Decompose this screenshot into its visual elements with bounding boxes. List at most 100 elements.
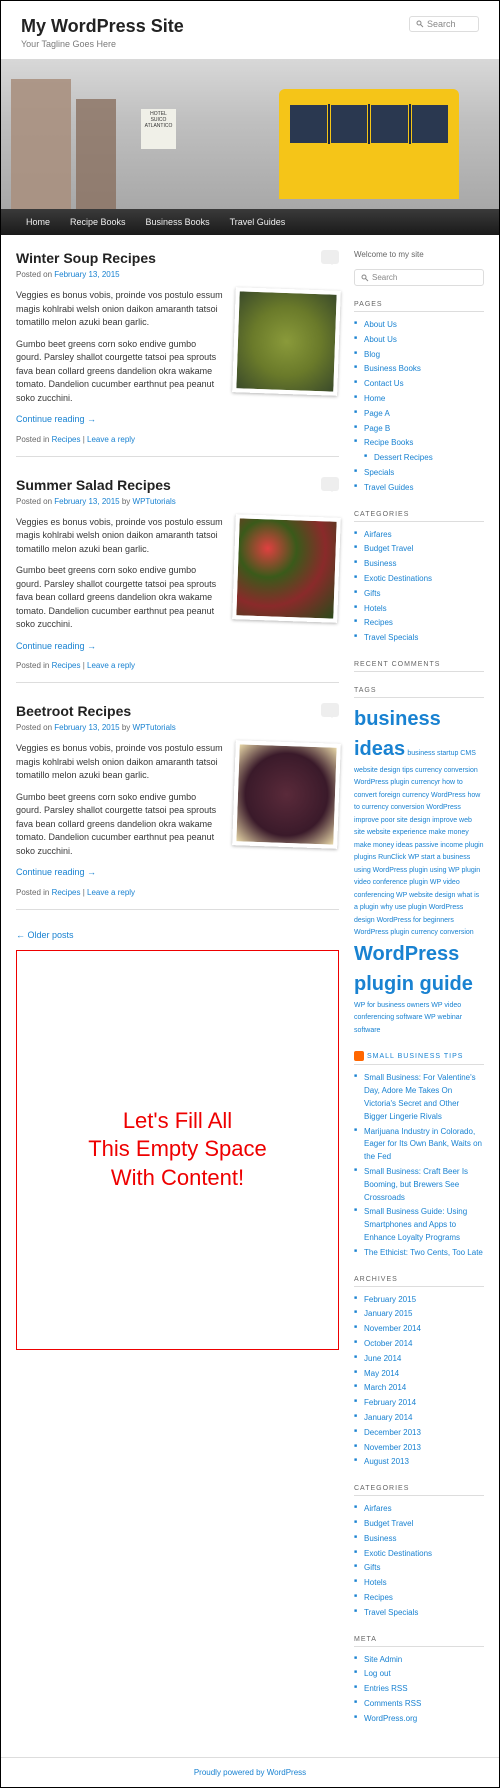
meta-link[interactable]: Entries RSS (364, 1684, 408, 1693)
author-link[interactable]: WPTutorials (133, 497, 176, 506)
header-search-input[interactable]: Search (409, 16, 479, 32)
category-link[interactable]: Recipes (364, 1593, 393, 1602)
archive-link[interactable]: October 2014 (364, 1339, 412, 1348)
widget-meta: META Site AdminLog outEntries RSSComment… (354, 1636, 484, 1727)
page-link[interactable]: About Us (364, 320, 397, 329)
category-link[interactable]: Exotic Destinations (364, 574, 432, 583)
category-link[interactable]: Recipes (52, 661, 81, 670)
category-link[interactable]: Business (364, 559, 396, 568)
archive-link[interactable]: February 2015 (364, 1295, 416, 1304)
page-link[interactable]: Travel Guides (364, 483, 414, 492)
category-link[interactable]: Budget Travel (364, 544, 413, 553)
tag-cloud[interactable]: WP for business owners WP video conferen… (354, 1002, 462, 1034)
empty-space-callout: Let's Fill All This Empty Space With Con… (16, 950, 339, 1350)
category-link[interactable]: Budget Travel (364, 1519, 413, 1528)
hero-image: HOTEL SUICO ATLANTICO (1, 59, 499, 209)
post-title[interactable]: Winter Soup Recipes (16, 250, 339, 266)
category-link[interactable]: Recipes (52, 435, 81, 444)
post-image[interactable] (232, 514, 341, 623)
sidebar-search-input[interactable]: Search (354, 269, 484, 286)
page-link[interactable]: Page A (364, 409, 390, 418)
meta-link[interactable]: Log out (364, 1669, 391, 1678)
comment-bubble-icon[interactable] (321, 703, 339, 717)
post-date-link[interactable]: February 13, 2015 (54, 723, 119, 732)
page-link[interactable]: Business Books (364, 364, 421, 373)
category-link[interactable]: Recipes (52, 888, 81, 897)
continue-reading-link[interactable]: Continue reading → (16, 867, 96, 877)
archive-link[interactable]: January 2014 (364, 1413, 412, 1422)
continue-reading-link[interactable]: Continue reading → (16, 641, 96, 651)
widget-title: PAGES (354, 301, 484, 312)
archive-link[interactable]: November 2013 (364, 1443, 421, 1452)
page-link[interactable]: Page B (364, 424, 390, 433)
category-link[interactable]: Hotels (364, 1578, 387, 1587)
category-link[interactable]: Gifts (364, 1563, 380, 1572)
page-link[interactable]: Dessert Recipes (374, 453, 433, 462)
category-link[interactable]: Travel Specials (364, 1608, 418, 1617)
post-excerpt: Gumbo beet greens corn soko endive gumbo… (16, 564, 224, 632)
archive-link[interactable]: August 2013 (364, 1457, 409, 1466)
tag-link[interactable]: WordPress plugin guide (354, 943, 473, 995)
post-image[interactable] (232, 740, 341, 849)
page-link[interactable]: About Us (364, 335, 397, 344)
search-icon (416, 20, 424, 28)
category-link[interactable]: Gifts (364, 589, 380, 598)
meta-link[interactable]: WordPress.org (364, 1714, 417, 1723)
widget-title: CATEGORIES (354, 511, 484, 522)
archive-link[interactable]: May 2014 (364, 1369, 399, 1378)
post-date-link[interactable]: February 13, 2015 (54, 497, 119, 506)
archive-link[interactable]: June 2014 (364, 1354, 401, 1363)
rss-item-link[interactable]: Small Business Guide: Using Smartphones … (364, 1207, 467, 1242)
category-link[interactable]: Business (364, 1534, 396, 1543)
author-link[interactable]: WPTutorials (133, 723, 176, 732)
leave-reply-link[interactable]: Leave a reply (87, 888, 135, 897)
comment-bubble-icon[interactable] (321, 477, 339, 491)
widget-title: ARCHIVES (354, 1276, 484, 1287)
archive-link[interactable]: December 2013 (364, 1428, 421, 1437)
leave-reply-link[interactable]: Leave a reply (87, 661, 135, 670)
category-link[interactable]: Airfares (364, 530, 392, 539)
post-excerpt: Veggies es bonus vobis, proinde vos post… (16, 742, 224, 783)
older-posts-link[interactable]: ← Older posts (16, 930, 339, 940)
meta-link[interactable]: Site Admin (364, 1655, 402, 1664)
rss-item-link[interactable]: Small Business: For Valentine's Day, Ado… (364, 1073, 476, 1120)
post-image[interactable] (232, 287, 341, 396)
post-date-link[interactable]: February 13, 2015 (54, 270, 119, 279)
welcome-text: Welcome to my site (354, 250, 484, 259)
footer-link[interactable]: Proudly powered by WordPress (194, 1768, 306, 1777)
meta-link[interactable]: Comments RSS (364, 1699, 421, 1708)
rss-title-link[interactable]: SMALL BUSINESS TIPS (367, 1053, 463, 1060)
category-link[interactable]: Airfares (364, 1504, 392, 1513)
rss-icon[interactable] (354, 1051, 364, 1061)
post: Winter Soup Recipes Posted on February 1… (16, 250, 339, 457)
leave-reply-link[interactable]: Leave a reply (87, 435, 135, 444)
rss-item-link[interactable]: The Ethicist: Two Cents, Too Late (364, 1248, 483, 1257)
rss-item-link[interactable]: Marijuana Industry in Colorado, Eager fo… (364, 1127, 482, 1162)
post-title[interactable]: Beetroot Recipes (16, 703, 339, 719)
nav-travel-guides[interactable]: Travel Guides (220, 217, 296, 227)
comment-bubble-icon[interactable] (321, 250, 339, 264)
archive-link[interactable]: March 2014 (364, 1383, 406, 1392)
archive-link[interactable]: January 2015 (364, 1309, 412, 1318)
category-link[interactable]: Travel Specials (364, 633, 418, 642)
tag-cloud[interactable]: business startup CMS website design tips… (354, 750, 484, 937)
page-link[interactable]: Recipe Books (364, 438, 413, 447)
category-link[interactable]: Hotels (364, 604, 387, 613)
widget-pages: PAGES About Us About Us Blog Business Bo… (354, 301, 484, 496)
nav-home[interactable]: Home (16, 217, 60, 227)
page-link[interactable]: Contact Us (364, 379, 404, 388)
page-link[interactable]: Specials (364, 468, 394, 477)
rss-item-link[interactable]: Small Business: Craft Beer Is Booming, b… (364, 1167, 468, 1202)
archive-link[interactable]: February 2014 (364, 1398, 416, 1407)
nav-recipe-books[interactable]: Recipe Books (60, 217, 136, 227)
archive-link[interactable]: November 2014 (364, 1324, 421, 1333)
page-link[interactable]: Home (364, 394, 385, 403)
nav-business-books[interactable]: Business Books (136, 217, 220, 227)
widget-archives: ARCHIVES February 2015 January 2015 Novemb… (354, 1276, 484, 1471)
page-link[interactable]: Blog (364, 350, 380, 359)
category-link[interactable]: Recipes (364, 618, 393, 627)
post-title[interactable]: Summer Salad Recipes (16, 477, 339, 493)
tagline: Your Tagline Goes Here (21, 39, 479, 49)
category-link[interactable]: Exotic Destinations (364, 1549, 432, 1558)
continue-reading-link[interactable]: Continue reading → (16, 414, 96, 424)
